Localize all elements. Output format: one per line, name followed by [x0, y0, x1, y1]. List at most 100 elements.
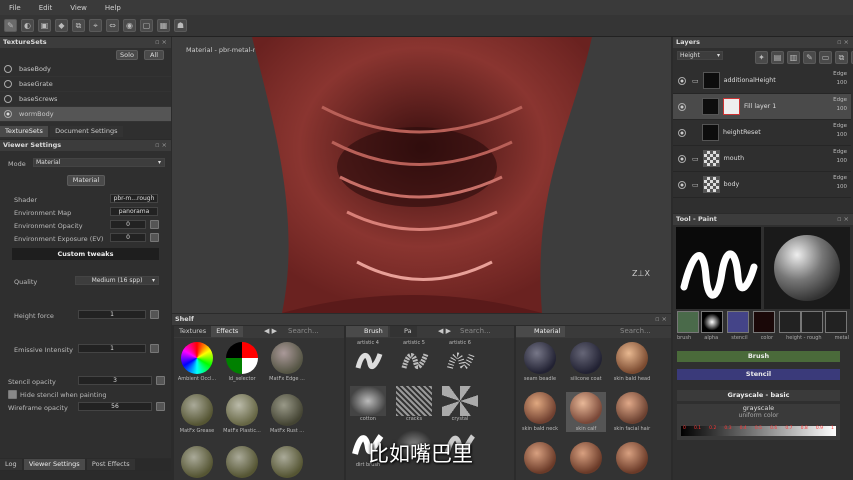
shelf-material[interactable]: silicone coat: [566, 342, 606, 382]
duplicate-icon[interactable]: ⧉: [835, 51, 848, 64]
menu-view[interactable]: View: [61, 4, 96, 12]
menu-file[interactable]: File: [0, 4, 30, 12]
panel-controls-icon[interactable]: ▫ ×: [155, 37, 167, 48]
wireframe-opacity-slider[interactable]: 56: [78, 402, 152, 411]
shader-field[interactable]: pbr-m...rough: [110, 194, 158, 203]
add-fill-icon[interactable]: ▥: [787, 51, 800, 64]
add-mask-icon[interactable]: ▤: [771, 51, 784, 64]
clone-tool-icon[interactable]: ⧉: [72, 19, 85, 32]
stencil-opacity-slider[interactable]: 3: [78, 376, 152, 385]
layer-row[interactable]: ▭ body Edge 100: [673, 172, 851, 198]
quality-dropdown[interactable]: Medium (16 spp) ▾: [75, 276, 159, 285]
tab-textures[interactable]: Textures: [174, 326, 212, 337]
nav-arrows-icon[interactable]: ◀ ▶: [438, 327, 451, 335]
channel-dropdown[interactable]: Height ▾: [677, 51, 723, 60]
layer-row[interactable]: ▭ additionalHeight Edge 100: [673, 68, 851, 94]
radio-icon[interactable]: [4, 95, 12, 103]
edit-icon[interactable]: [150, 233, 159, 242]
shelf-material[interactable]: [566, 442, 606, 476]
eye-icon[interactable]: [678, 154, 686, 163]
edit-icon[interactable]: [150, 344, 159, 353]
shelf-effect[interactable]: Id_selector: [222, 342, 262, 382]
tab-brush[interactable]: Brush: [346, 326, 388, 337]
panel-controls-icon[interactable]: ▫ ×: [655, 314, 667, 325]
eye-icon[interactable]: [678, 102, 686, 111]
shelf-material[interactable]: skin facial hair: [612, 392, 652, 432]
shelf-brush[interactable]: artistic 6: [440, 340, 480, 378]
tab-texturesets[interactable]: TextureSets: [0, 126, 48, 137]
smudge-tool-icon[interactable]: ◆: [55, 19, 68, 32]
shelf-effect[interactable]: MatFx Grease: [177, 394, 217, 434]
layout-icon[interactable]: ▦: [157, 19, 170, 32]
edit-icon[interactable]: [156, 376, 165, 385]
all-button[interactable]: All: [144, 50, 164, 60]
eraser-tool-icon[interactable]: ◐: [21, 19, 34, 32]
mode-dropdown[interactable]: Material ▾: [33, 158, 165, 167]
env-opacity-field[interactable]: 0: [110, 220, 146, 229]
layer-blend[interactable]: Edge 100: [833, 96, 847, 114]
eye-icon[interactable]: [678, 76, 686, 85]
shelf-effect[interactable]: MatFx Rust ...: [267, 394, 307, 434]
tab-viewer-settings[interactable]: Viewer Settings: [23, 459, 85, 470]
layer-row-selected[interactable]: Fill layer 1 Edge 100: [673, 94, 851, 120]
layer-blend[interactable]: Edge 100: [833, 122, 847, 140]
add-paint-icon[interactable]: ✎: [803, 51, 816, 64]
custom-tweaks-button[interactable]: Custom tweaks: [12, 248, 159, 260]
menu-edit[interactable]: Edit: [30, 4, 62, 12]
shelf-brush[interactable]: cracks: [394, 386, 434, 422]
eye-icon[interactable]: [678, 128, 686, 137]
grayscale-slider[interactable]: 0 0.1 0.2 0.3 0.4 0.5 0.6 0.7 0.8 0.9 1: [681, 426, 836, 436]
radio-icon[interactable]: [4, 80, 12, 88]
brush-search[interactable]: Search...: [460, 327, 491, 335]
axis-gizmo-icon[interactable]: Z⊥X: [632, 269, 650, 278]
shelf-material[interactable]: skin bald neck: [520, 392, 560, 432]
hide-stencil-checkbox[interactable]: [8, 390, 17, 399]
solo-button[interactable]: Solo: [116, 50, 138, 60]
stencil-section[interactable]: Stencil: [677, 369, 840, 380]
edit-icon[interactable]: [156, 402, 165, 411]
textureset-item[interactable]: baseBody: [0, 62, 171, 77]
shelf-search[interactable]: Search...: [288, 327, 319, 335]
panel-controls-icon[interactable]: ▫ ×: [837, 214, 849, 225]
users-icon[interactable]: ☗: [174, 19, 187, 32]
layer-row[interactable]: heightReset Edge 100: [673, 120, 851, 146]
stencil-slot[interactable]: [727, 311, 749, 333]
shelf-material-selected[interactable]: skin calf: [566, 392, 606, 432]
env-exposure-field[interactable]: 0: [110, 233, 146, 242]
symmetry-icon[interactable]: ⇔: [106, 19, 119, 32]
color-slot[interactable]: [753, 311, 775, 333]
menu-help[interactable]: Help: [96, 4, 130, 12]
screenshot-icon[interactable]: ▢: [140, 19, 153, 32]
layer-blend[interactable]: Edge 100: [833, 174, 847, 192]
height-slot[interactable]: [779, 311, 801, 333]
shelf-brush[interactable]: crystal: [440, 386, 480, 422]
add-effect-icon[interactable]: ✦: [755, 51, 768, 64]
tab-effects[interactable]: Effects: [211, 326, 244, 337]
radio-icon[interactable]: [4, 110, 12, 118]
shelf-material[interactable]: skin bald head: [612, 342, 652, 382]
textureset-item-selected[interactable]: wormBody: [0, 107, 171, 122]
paint-tool-icon[interactable]: ✎: [4, 19, 17, 32]
edit-icon[interactable]: [150, 220, 159, 229]
alpha-slot[interactable]: [701, 311, 723, 333]
tab-particles[interactable]: Pa: [390, 326, 417, 337]
edit-icon[interactable]: [150, 310, 159, 319]
textureset-item[interactable]: baseGrate: [0, 77, 171, 92]
shelf-effect[interactable]: Ambient Occl...: [177, 342, 217, 382]
tab-log[interactable]: Log: [0, 459, 22, 470]
shelf-brush[interactable]: cotton: [348, 386, 388, 422]
panel-controls-icon[interactable]: ▫ ×: [837, 37, 849, 48]
camera-icon[interactable]: ◉: [123, 19, 136, 32]
shelf-effect[interactable]: [177, 446, 217, 480]
shelf-material[interactable]: [520, 442, 560, 476]
layer-blend[interactable]: Edge 100: [833, 70, 847, 88]
shelf-material[interactable]: seam beadle: [520, 342, 560, 382]
shelf-effect[interactable]: MatFx Edge ...: [267, 342, 307, 382]
tab-material[interactable]: Material: [516, 326, 566, 337]
eye-icon[interactable]: [678, 180, 686, 189]
shelf-effect[interactable]: [222, 446, 262, 480]
shelf-brush[interactable]: artistic 4: [348, 340, 388, 378]
layer-blend[interactable]: Edge 100: [833, 148, 847, 166]
brush-slot[interactable]: [677, 311, 699, 333]
tab-post-effects[interactable]: Post Effects: [86, 459, 135, 470]
